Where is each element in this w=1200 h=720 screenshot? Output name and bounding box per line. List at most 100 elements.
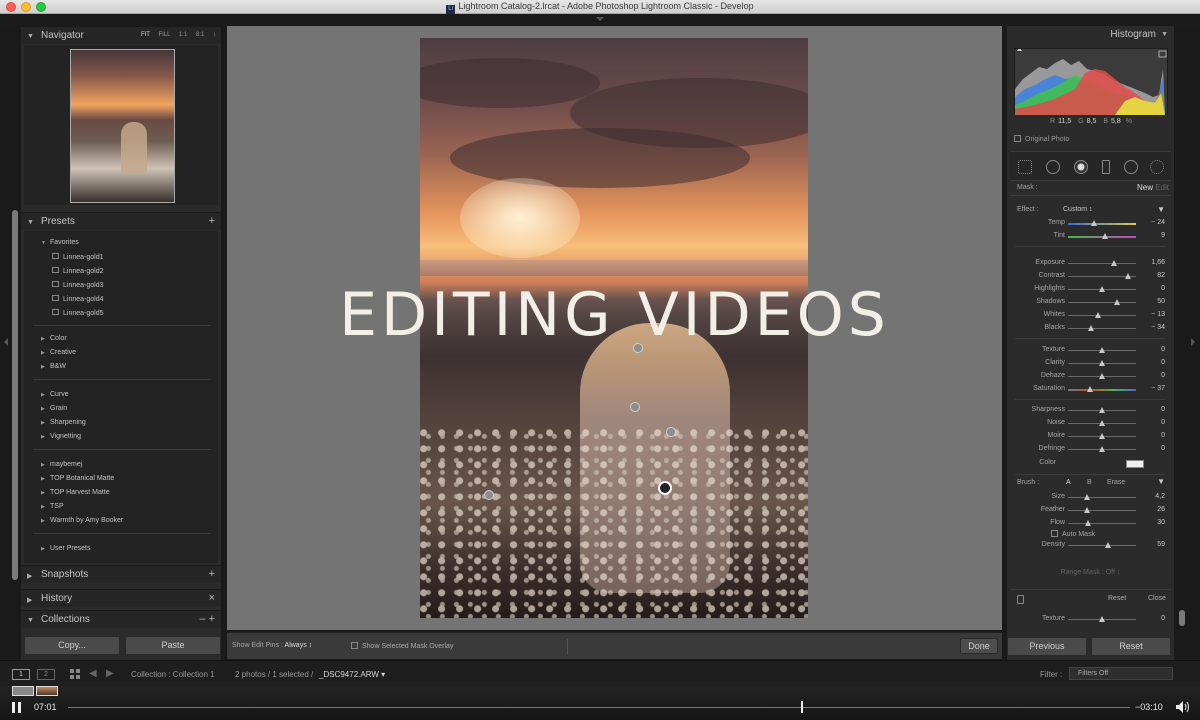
preset-group[interactable]: ▶ TOP Harvest Matte [41,489,110,496]
done-button[interactable]: Done [960,638,998,654]
preset-group[interactable]: ▶ Warmth by Amy Booker [41,517,123,524]
brush-collapse-icon[interactable]: ▼ [1157,477,1165,486]
slider-defringe[interactable]: Defringe 0 [1010,444,1171,456]
slider-temp[interactable]: Temp − 24 [1010,218,1171,230]
slider-tint[interactable]: Tint 9 [1010,231,1171,243]
slider-track[interactable] [1068,328,1136,329]
effect-collapse-icon[interactable]: ▼ [1157,205,1165,214]
slider-moire[interactable]: Moire 0 [1010,431,1171,443]
filename-select[interactable]: _DSC9472.ARW ▾ [319,670,385,679]
top-panel-toggle[interactable] [0,14,1200,26]
preset-group[interactable]: ▶ Sharpening [41,419,86,426]
slider-size[interactable]: Size 4,2 [1010,492,1171,504]
slider-thumb-icon[interactable] [1099,286,1105,292]
add-snapshot-button[interactable]: + [209,568,215,580]
slider-blacks[interactable]: Blacks − 34 [1010,323,1171,335]
edit-pin[interactable] [666,427,676,437]
preset-group[interactable]: ▶ Grain [41,405,67,412]
slider-value[interactable]: 0 [1161,346,1165,353]
graduated-filter-tool-icon[interactable] [1102,160,1110,174]
zoom-fill-option[interactable]: FILL [159,32,171,38]
brush-erase-button[interactable]: Erase [1107,479,1125,486]
slider-value[interactable]: 0 [1161,432,1165,439]
slider-thumb-icon[interactable] [1087,386,1094,392]
slider-value[interactable]: 0 [1161,285,1165,292]
preset-group[interactable]: ▶ B&W [41,363,66,370]
slider-thumb-icon[interactable] [1124,273,1131,279]
mask-toggle-switch-icon[interactable] [1017,595,1024,604]
mask-overlay-toggle[interactable]: Show Selected Mask Overlay [351,642,453,650]
crop-tool-icon[interactable] [1018,160,1032,174]
preset-group[interactable]: ▶ Vignetting [41,433,81,440]
slider-thumb-icon[interactable] [1099,420,1105,426]
slider-track[interactable] [1068,223,1136,225]
edit-pin-active[interactable] [658,481,672,495]
zoom-1to1-option[interactable]: 1:1 [179,32,187,38]
second-monitor-button[interactable]: 2 [37,669,55,680]
brush-b-button[interactable]: B [1087,479,1092,486]
slider-thumb-icon[interactable] [1099,373,1105,379]
slider-value[interactable]: 0 [1161,419,1165,426]
range-mask-select[interactable]: Range Mask : Off ↕ [1007,569,1174,576]
slider-track[interactable] [1068,315,1136,316]
reset-button[interactable]: Reset [1091,637,1171,656]
snapshots-header[interactable]: ▶ Snapshots + [21,565,221,583]
slider-thumb-icon[interactable] [1090,220,1097,226]
add-preset-button[interactable]: + [209,215,215,227]
video-progress-handle[interactable] [800,701,803,713]
filmstrip-thumbnail[interactable] [36,686,58,696]
slider-track[interactable] [1068,510,1136,511]
slider-value[interactable]: 30 [1157,519,1165,526]
slider-saturation[interactable]: Saturation − 37 [1010,384,1171,396]
edit-pin[interactable] [484,490,494,500]
collections-header[interactable]: ▼ Collections – + [21,610,221,628]
preset-item[interactable]: Linnea-gold2 [52,267,103,275]
preset-item[interactable]: Linnea-gold4 [52,295,103,303]
mask-new-button[interactable]: New [1137,183,1153,192]
slider-track[interactable] [1068,497,1136,498]
preset-group[interactable]: ▶ maybemej [41,461,82,468]
histogram-header[interactable]: Histogram ▼ [1007,26,1174,44]
radial-filter-tool-icon[interactable] [1124,160,1138,174]
presets-header[interactable]: ▼ Presets + [21,212,221,230]
slider-highlights[interactable]: Highlights 0 [1010,284,1171,296]
brush-a-button[interactable]: A [1066,479,1071,486]
slider-value[interactable]: 0 [1161,445,1165,452]
slider-value[interactable]: − 34 [1151,324,1165,331]
mask-close-button[interactable]: Close [1148,595,1166,602]
slider-thumb-icon[interactable] [1094,312,1101,318]
slider-value[interactable]: − 24 [1151,219,1165,226]
slider-value[interactable]: 0 [1161,406,1165,413]
slider-texture[interactable]: Texture 0 [1010,345,1171,357]
slider-thumb-icon[interactable] [1084,507,1091,513]
preset-group[interactable]: ▶ User Presets [41,545,90,552]
edit-pins-select[interactable]: Always ↕ [285,642,313,649]
mask-edit-button[interactable]: Edit [1155,183,1169,192]
left-panel-toggle-icon[interactable] [4,338,8,346]
slider-thumb-icon[interactable] [1099,446,1105,452]
slider-value[interactable]: 26 [1157,506,1165,513]
zoom-more-icon[interactable]: ↕ [213,32,216,38]
slider-exposure[interactable]: Exposure 1,66 [1010,258,1171,270]
slider-thumb-icon[interactable] [1088,325,1095,331]
navigator-thumbnail[interactable] [70,49,175,203]
spot-removal-tool-icon[interactable] [1046,160,1060,174]
slider-track[interactable] [1068,545,1136,546]
slider-contrast[interactable]: Contrast 82 [1010,271,1171,283]
slider-noise[interactable]: Noise 0 [1010,418,1171,430]
mask-overlay-checkbox[interactable] [351,642,358,649]
slider-value[interactable]: 4,2 [1155,493,1165,500]
paste-settings-button[interactable]: Paste [125,636,221,655]
red-eye-tool-icon[interactable] [1074,160,1088,174]
slider-value[interactable]: 9 [1161,232,1165,239]
left-panel-scrollbar[interactable] [12,210,18,580]
main-monitor-button[interactable]: 1 [12,669,30,680]
copy-settings-button[interactable]: Copy... [24,636,120,655]
slider-thumb-icon[interactable] [1084,494,1091,500]
slider-sharpness[interactable]: Sharpness 0 [1010,405,1171,417]
slider-thumb-icon[interactable] [1099,616,1105,622]
slider-thumb-icon[interactable] [1113,299,1120,305]
volume-icon[interactable] [1176,701,1190,713]
slider-value[interactable]: 0 [1161,372,1165,379]
slider-texture[interactable]: Texture 0 [1010,614,1171,626]
